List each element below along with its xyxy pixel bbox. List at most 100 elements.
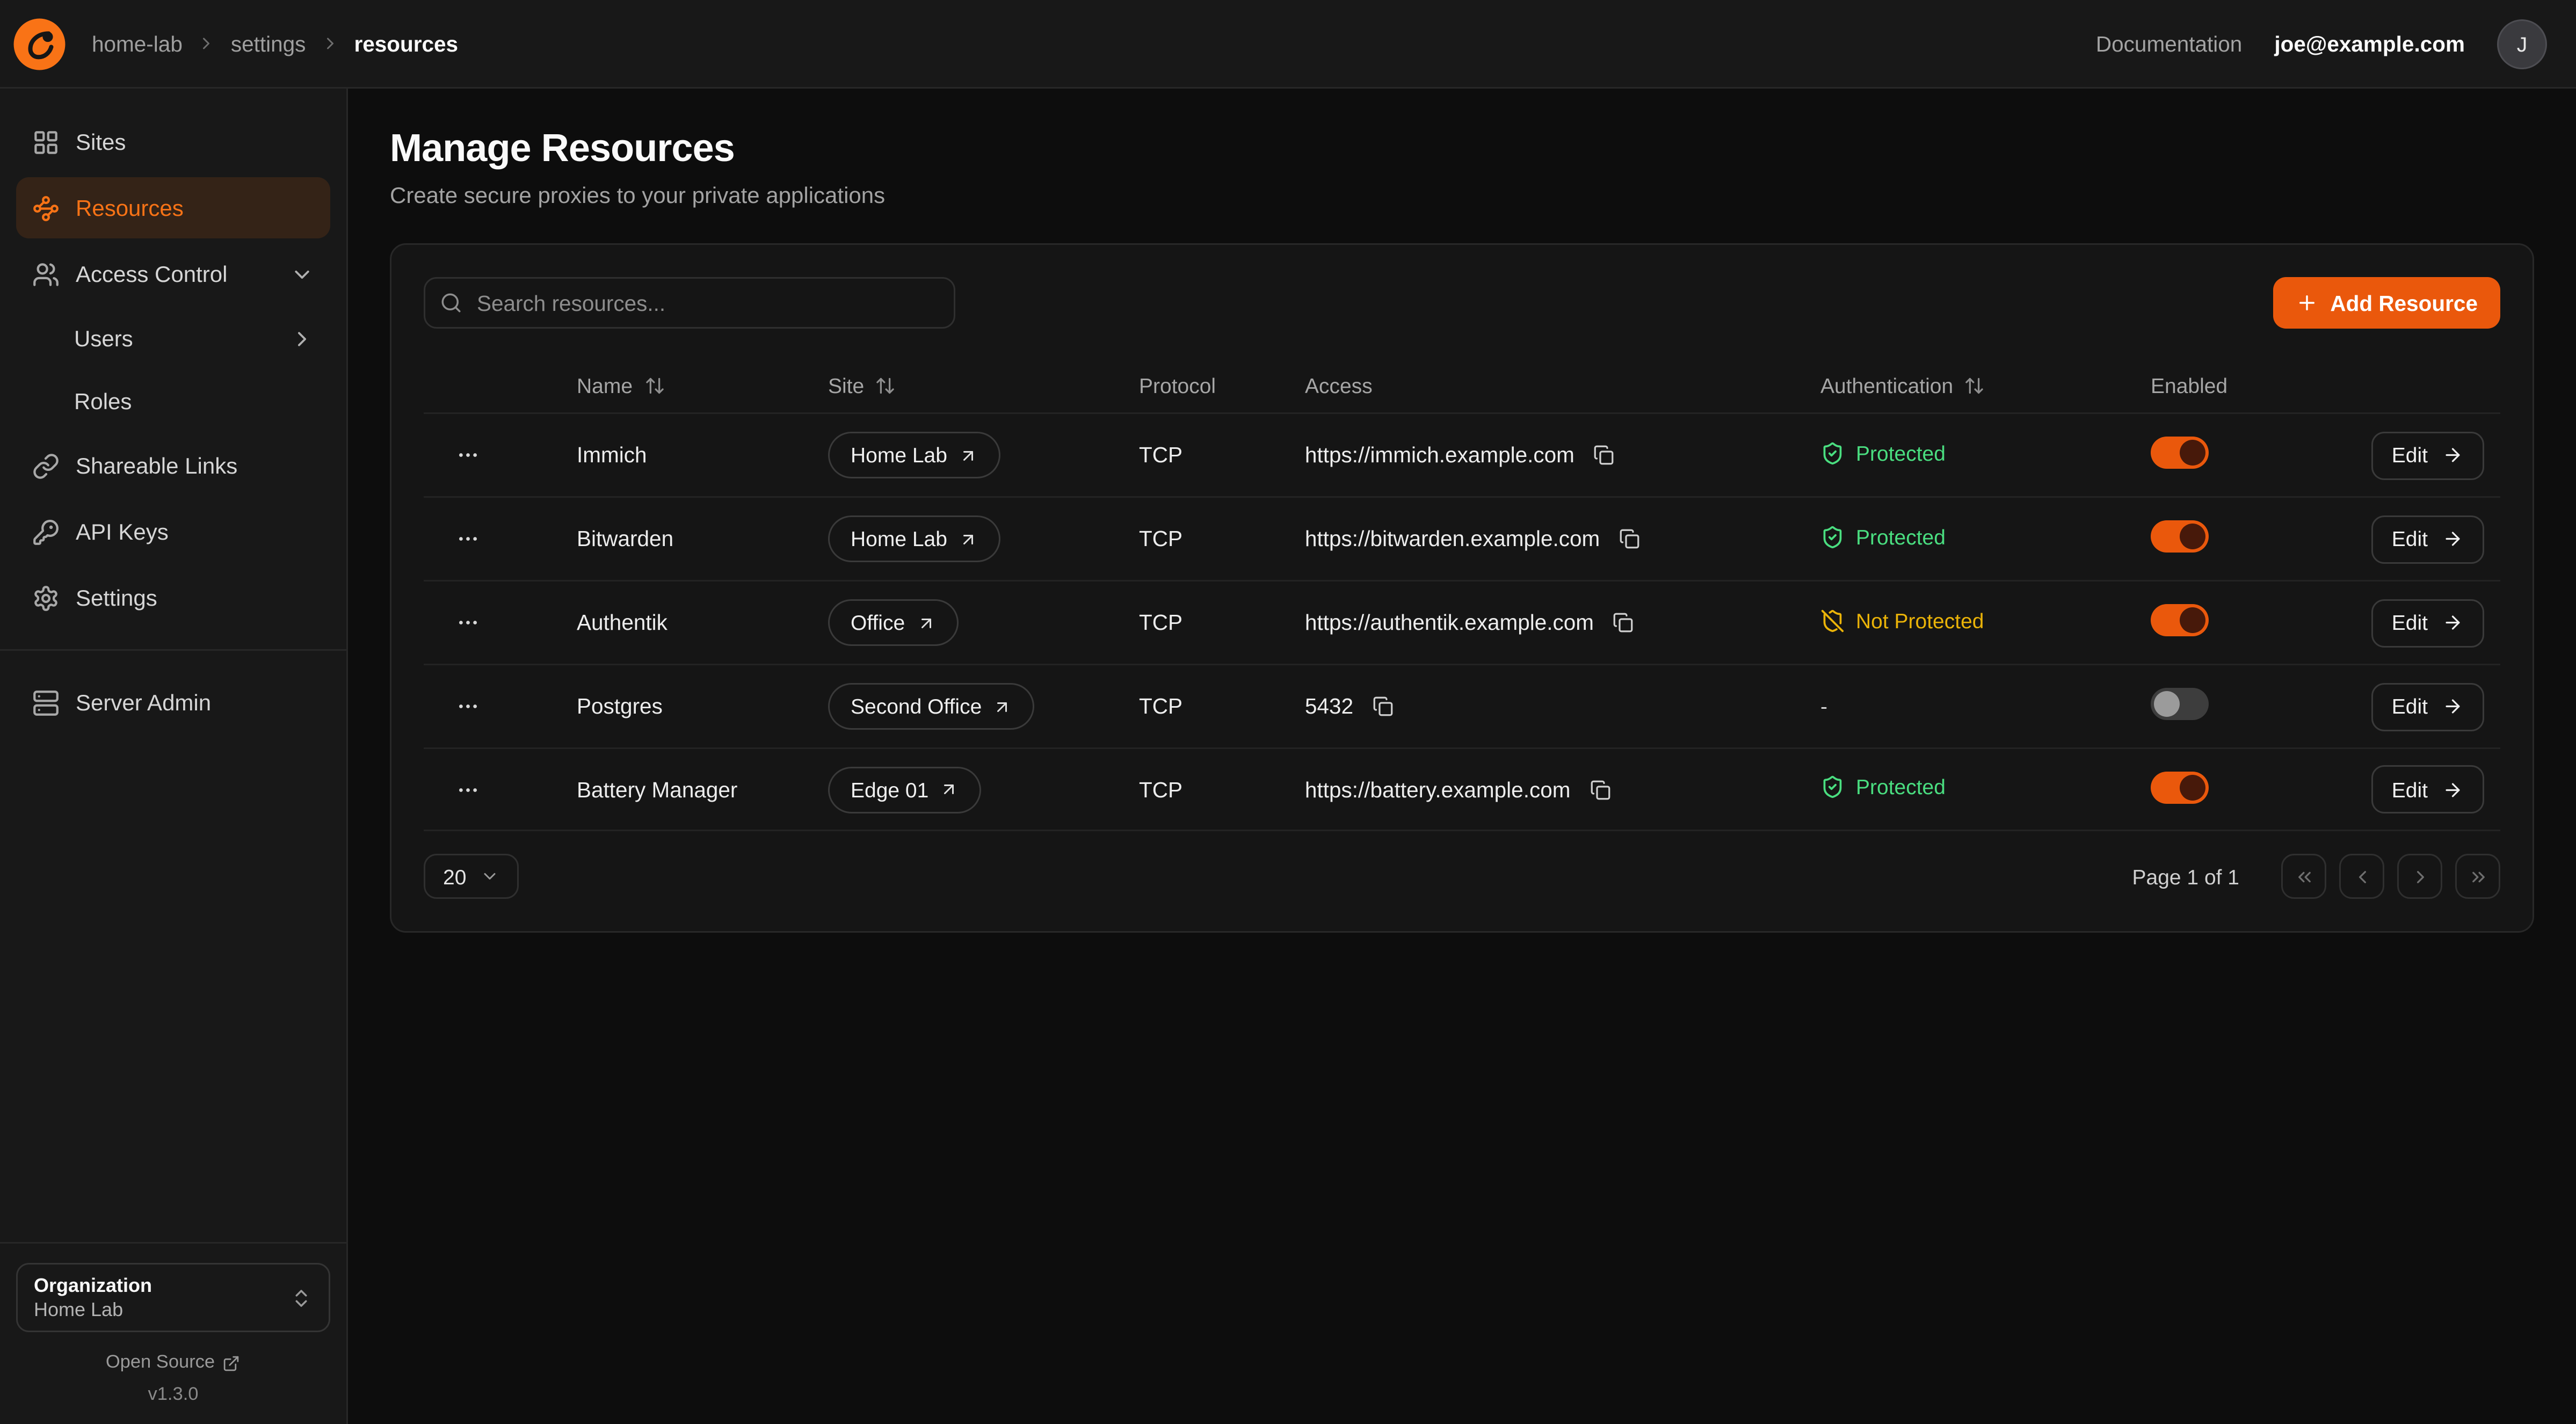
resource-name: Immich: [577, 443, 828, 467]
breadcrumb-resources[interactable]: resources: [354, 32, 458, 56]
user-email[interactable]: joe@example.com: [2274, 32, 2465, 56]
site-pill-label: Home Lab: [851, 443, 947, 467]
sidebar-item-resources[interactable]: Resources: [16, 177, 330, 238]
app-shell: Sites Resources Access Control: [0, 89, 2576, 1424]
app-root: home-lab settings resources Documentatio…: [0, 0, 2576, 1424]
sidebar-item-sites[interactable]: Sites: [16, 111, 330, 172]
next-page-button[interactable]: [2397, 854, 2442, 899]
copy-button[interactable]: [1369, 693, 1397, 720]
organization-label: Organization: [34, 1274, 277, 1297]
edit-button[interactable]: Edit: [2371, 515, 2484, 563]
site-link[interactable]: Home Lab: [828, 432, 1000, 478]
resource-name: Battery Manager: [577, 778, 828, 802]
table-row: Bitwarden Home Lab TCP https://bitwarden…: [424, 496, 2500, 580]
site-link[interactable]: Edge 01: [828, 766, 982, 813]
organization-selector[interactable]: Organization Home Lab: [16, 1263, 330, 1332]
layout-grid-icon: [32, 128, 60, 156]
row-menu-button[interactable]: [449, 604, 487, 641]
organization-value: Home Lab: [34, 1298, 277, 1321]
breadcrumb: home-lab settings resources: [92, 32, 458, 56]
auth-status-label: Protected: [1856, 525, 1946, 549]
app-logo-icon[interactable]: [13, 17, 66, 70]
waypoints-icon: [32, 194, 60, 222]
column-header-site[interactable]: Site: [828, 373, 1139, 397]
sidebar-item-api-keys[interactable]: API Keys: [16, 501, 330, 562]
row-menu-button[interactable]: [449, 437, 487, 474]
last-page-button[interactable]: [2455, 854, 2500, 899]
resource-access: https://battery.example.com: [1305, 778, 1570, 802]
arrow-up-down-icon: [875, 375, 896, 396]
sidebar-item-settings[interactable]: Settings: [16, 567, 330, 628]
copy-button[interactable]: [1586, 776, 1614, 803]
row-menu-button[interactable]: [449, 688, 487, 725]
enabled-toggle[interactable]: [2151, 437, 2209, 469]
chevron-down-icon: [290, 262, 314, 286]
shield-check-icon: [1820, 441, 1845, 465]
edit-button[interactable]: Edit: [2371, 682, 2484, 731]
site-pill-label: Second Office: [851, 694, 982, 718]
link-icon: [32, 452, 60, 479]
sidebar-item-shareable-links[interactable]: Shareable Links: [16, 435, 330, 496]
resource-protocol: TCP: [1139, 694, 1305, 718]
copy-button[interactable]: [1616, 525, 1643, 553]
enabled-toggle[interactable]: [2151, 771, 2209, 803]
enabled-toggle[interactable]: [2151, 604, 2209, 636]
user-avatar[interactable]: J: [2497, 19, 2547, 69]
sidebar-item-label: Access Control: [76, 261, 227, 287]
edit-button-label: Edit: [2392, 443, 2428, 467]
top-bar: home-lab settings resources Documentatio…: [0, 0, 2576, 89]
page-size-select[interactable]: 20: [424, 854, 519, 899]
breadcrumb-org[interactable]: home-lab: [92, 32, 183, 56]
sidebar-item-roles[interactable]: Roles: [16, 372, 330, 430]
toggle-knob: [2180, 524, 2205, 549]
prev-page-button[interactable]: [2339, 854, 2384, 899]
pagination: Page 1 of 1: [2132, 854, 2501, 899]
enabled-toggle[interactable]: [2151, 688, 2209, 720]
column-label: Access: [1305, 373, 1373, 397]
copy-button[interactable]: [1591, 441, 1618, 469]
sidebar-item-label: Settings: [76, 585, 157, 611]
site-link[interactable]: Office: [828, 599, 958, 646]
first-page-button[interactable]: [2281, 854, 2326, 899]
edit-button[interactable]: Edit: [2371, 431, 2484, 479]
copy-icon: [1594, 445, 1615, 466]
ellipsis-icon: [456, 778, 480, 802]
arrow-up-right-icon: [993, 697, 1012, 716]
edit-button[interactable]: Edit: [2371, 599, 2484, 647]
arrow-up-down-icon: [644, 375, 665, 396]
toggle-knob: [2180, 774, 2205, 800]
auth-status: Protected: [1820, 775, 1946, 799]
auth-status-label: Protected: [1856, 775, 1946, 799]
copy-icon: [1619, 528, 1640, 549]
row-menu-button[interactable]: [449, 520, 487, 557]
column-header-authentication[interactable]: Authentication: [1820, 373, 2151, 397]
shield-off-icon: [1820, 608, 1845, 633]
column-label: Enabled: [2151, 373, 2227, 397]
breadcrumb-settings[interactable]: settings: [231, 32, 306, 56]
resource-protocol: TCP: [1139, 611, 1305, 635]
arrow-up-right-icon: [940, 780, 959, 799]
sidebar-item-users[interactable]: Users: [16, 309, 330, 367]
site-pill-label: Office: [851, 611, 905, 635]
toggle-knob: [2180, 607, 2205, 633]
column-header-name[interactable]: Name: [577, 373, 828, 397]
external-link-icon: [223, 1354, 241, 1372]
enabled-toggle[interactable]: [2151, 520, 2209, 553]
copy-button[interactable]: [1610, 609, 1637, 636]
sidebar-item-server-admin[interactable]: Server Admin: [16, 672, 330, 733]
sidebar-item-access-control[interactable]: Access Control: [16, 243, 330, 304]
site-link[interactable]: Second Office: [828, 683, 1035, 730]
add-resource-button[interactable]: Add Resource: [2274, 277, 2500, 329]
documentation-link[interactable]: Documentation: [2096, 32, 2242, 56]
edit-button[interactable]: Edit: [2371, 765, 2484, 813]
column-label: Name: [577, 373, 633, 397]
open-source-link[interactable]: Open Source: [16, 1353, 330, 1372]
site-link[interactable]: Home Lab: [828, 515, 1000, 562]
sidebar-item-label: API Keys: [76, 519, 169, 544]
search-input[interactable]: [424, 277, 955, 329]
auth-status-label: -: [1820, 694, 1827, 718]
chevron-right-icon: [290, 326, 314, 351]
row-menu-button[interactable]: [449, 771, 487, 808]
shield-check-icon: [1820, 525, 1845, 549]
sidebar-bottom: Organization Home Lab Open Source v1.3.0: [0, 1242, 346, 1408]
